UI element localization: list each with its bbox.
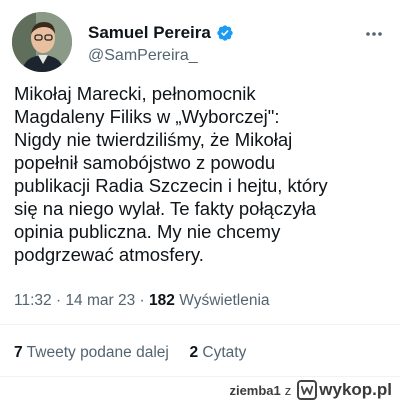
meta-separator: · [55,292,62,309]
watermark-brand: wykop.pl [319,380,392,399]
views-count: 182 [149,292,175,309]
watermark-user: ziemba1 [229,382,281,398]
retweets-count: 7 [14,344,23,361]
views-label: Wyświetlenia [179,292,270,309]
tweet-text: Mikołaj Marecki, pełnomocnik Magdaleny F… [14,83,328,265]
retweets-stat[interactable]: 7 Tweety podane dalej [14,344,173,361]
avatar[interactable] [12,12,72,72]
quotes-count: 2 [189,344,199,361]
quotes-stat[interactable]: 2 Cytaty [189,344,246,361]
verified-badge-icon [217,25,233,41]
author-name-row: Samuel Pereira [88,23,234,43]
tweet-header: Samuel Pereira @SamPereira_ [12,12,388,76]
meta-separator: · [139,292,145,309]
author-name[interactable]: Samuel Pereira [88,23,211,43]
tweet-time[interactable]: 11:32 [14,292,52,309]
retweets-label: Tweety podane dalej [26,344,169,361]
tweet-date[interactable]: 14 mar 23 [65,292,135,309]
author-handle[interactable]: @SamPereira_ [88,47,198,65]
tweet-stats: 7 Tweety podane dalej 2 Cytaty [14,344,246,362]
quotes-label: Cytaty [202,344,247,361]
wykop-watermark: ziemba1 z wykop.pl [229,377,392,403]
avatar-image [12,12,72,72]
divider [0,324,400,325]
more-options-icon[interactable] [364,26,384,42]
watermark-z: z [284,382,292,398]
wykop-logo-icon [297,380,318,400]
tweet-meta: 11:32 · 14 mar 23 · 182 Wyświetlenia [14,292,270,310]
